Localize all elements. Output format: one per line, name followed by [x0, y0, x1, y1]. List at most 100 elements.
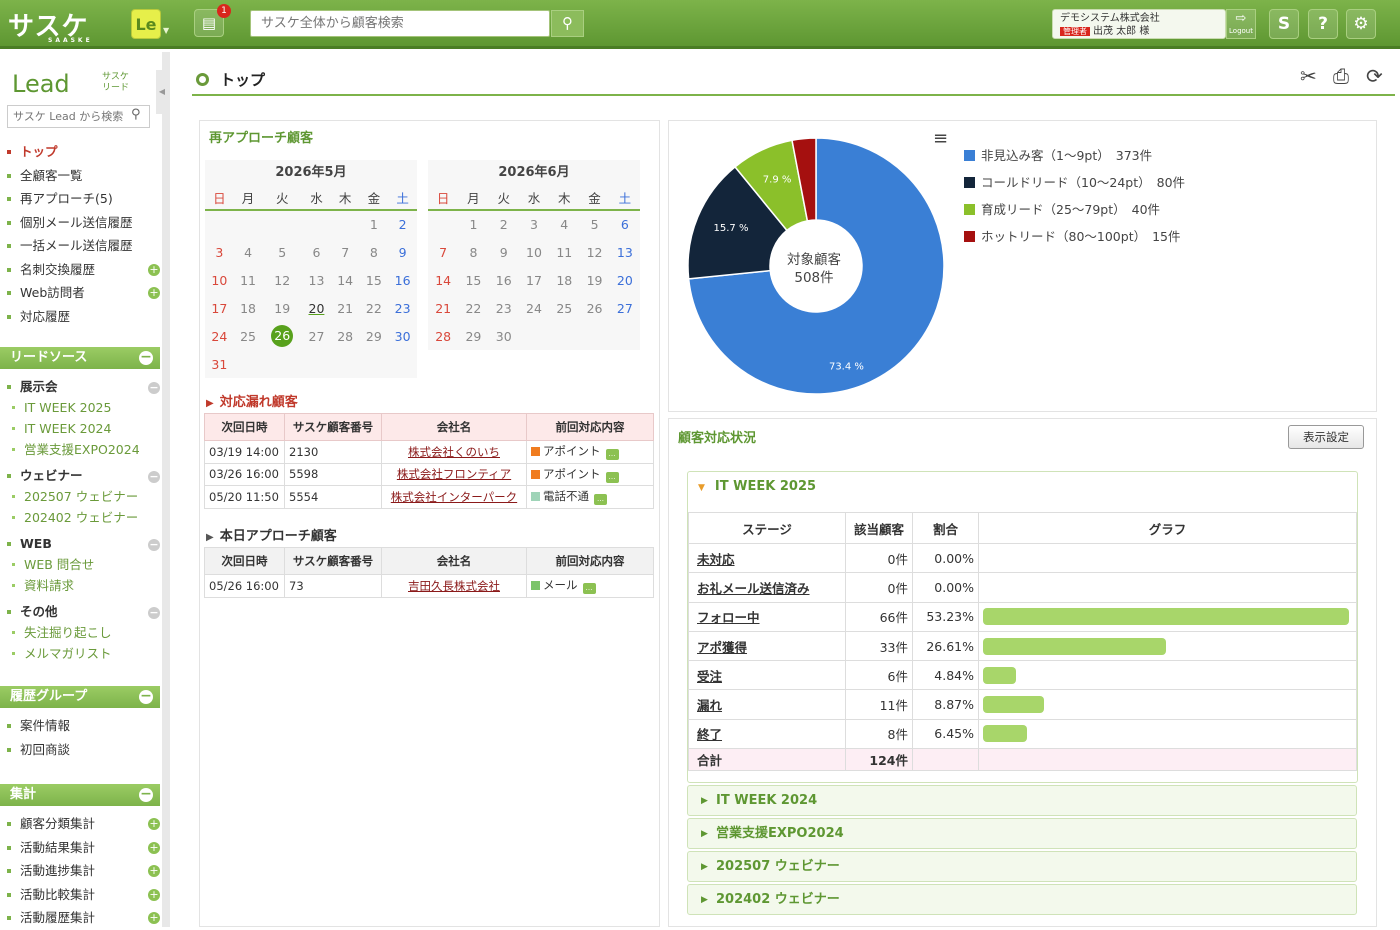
group-exhibition[interactable]: 展示会 − — [0, 376, 162, 397]
calendar-day[interactable]: 23 — [489, 294, 519, 322]
sidebar-item-individual-mail[interactable]: 個別メール送信履歴 — [0, 211, 162, 235]
calendar-day[interactable]: 13 — [610, 238, 640, 266]
collapse-icon[interactable]: − — [148, 471, 160, 483]
sidebar-item-agg[interactable]: 活動比較集計 + — [0, 883, 162, 907]
sub-item[interactable]: 資料請求 — [0, 575, 162, 596]
section-header-collapsed[interactable]: ▶ 202402 ウェビナー — [687, 884, 1357, 915]
collapse-icon[interactable]: − — [148, 539, 160, 551]
legend-item[interactable]: ホットリード（80〜100pt） 15件 — [964, 226, 1181, 245]
lead-app-button[interactable]: Le — [131, 9, 161, 39]
calendar-day[interactable]: 12 — [579, 238, 609, 266]
comment-icon[interactable]: … — [605, 471, 619, 483]
calendar-day[interactable]: 1 — [458, 210, 488, 238]
collapse-icon[interactable]: − — [139, 787, 153, 802]
calendar-day[interactable]: 17 — [519, 266, 549, 294]
calendar-day[interactable]: 10 — [519, 238, 549, 266]
calendar-day[interactable]: 9 — [489, 238, 519, 266]
table-row[interactable]: 03/26 16:00 5598 株式会社フロンティア アポイント… — [204, 462, 654, 486]
customer-search-input[interactable] — [250, 10, 550, 37]
calendar-day[interactable]: 28 — [331, 322, 360, 350]
chevron-down-icon[interactable]: ▼ — [163, 26, 169, 35]
calendar-day[interactable]: 29 — [360, 322, 389, 350]
help-icon[interactable]: ? — [1308, 9, 1338, 39]
plus-icon[interactable]: + — [148, 888, 160, 901]
lead-search-input[interactable] — [7, 105, 150, 128]
calendar-day[interactable]: 11 — [549, 238, 579, 266]
saaske-logo[interactable]: サスケ SAASKE — [8, 6, 90, 44]
calendar-day[interactable]: 22 — [360, 294, 389, 322]
display-settings-button[interactable]: 表示設定 — [1288, 425, 1364, 449]
calendar-day[interactable]: 8 — [360, 238, 389, 266]
collapse-icon[interactable]: − — [148, 607, 160, 619]
company-link[interactable]: 株式会社フロンティア — [397, 467, 511, 481]
section-header-collapsed[interactable]: ▶ IT WEEK 2024 — [687, 785, 1357, 816]
calendar-day[interactable]: 21 — [428, 294, 458, 322]
sidebar-item-agg[interactable]: 活動履歴集計 + — [0, 906, 162, 930]
sidebar-item-card-exchange[interactable]: 名刺交換履歴 + — [0, 258, 162, 282]
sub-item[interactable]: IT WEEK 2024 — [0, 418, 162, 439]
stage-link[interactable]: 終了 — [688, 718, 846, 750]
calendar-day[interactable]: 9 — [388, 238, 417, 266]
sidebar-item-reapproach[interactable]: 再アプローチ(5) — [0, 187, 162, 211]
tools-icon[interactable]: ✂ — [1300, 64, 1317, 88]
sub-item[interactable]: 202507 ウェビナー — [0, 486, 162, 507]
plus-icon[interactable]: + — [148, 912, 160, 924]
calendar-day[interactable]: 25 — [234, 322, 263, 350]
calendar-day[interactable]: 15 — [360, 266, 389, 294]
calendar-day[interactable]: 2 — [388, 210, 417, 238]
calendar-day[interactable]: 5 — [579, 210, 609, 238]
calendar-day[interactable]: 28 — [428, 322, 458, 350]
calendar-day[interactable]: 24 — [205, 322, 234, 350]
calendar-day[interactable]: 30 — [489, 322, 519, 350]
calendar-day[interactable]: 22 — [458, 294, 488, 322]
calendar-day[interactable]: 6 — [302, 238, 331, 266]
collapse-icon[interactable]: − — [148, 382, 160, 394]
calendar-day[interactable]: 25 — [549, 294, 579, 322]
table-row[interactable]: 05/26 16:00 73 吉田久長株式会社 メール… — [204, 574, 654, 598]
sidebar-item-agg[interactable]: 活動進捗集計 + — [0, 859, 162, 883]
calendar-day[interactable]: 2 — [489, 210, 519, 238]
sub-item[interactable]: メルマガリスト — [0, 643, 162, 664]
plus-icon[interactable]: + — [148, 865, 160, 877]
calendar-day[interactable]: 16 — [388, 266, 417, 294]
calendar-day[interactable]: 21 — [331, 294, 360, 322]
gear-icon[interactable]: ⚙ — [1346, 9, 1376, 39]
sidebar-item-agg[interactable]: 活動結果集計 + — [0, 836, 162, 860]
aggregation-header[interactable]: 集計 − — [0, 784, 160, 806]
plus-icon[interactable]: + — [148, 841, 160, 854]
calendar-day[interactable]: 24 — [519, 294, 549, 322]
company-link[interactable]: 吉田久長株式会社 — [408, 579, 500, 593]
table-row[interactable]: 03/19 14:00 2130 株式会社くのいち アポイント… — [204, 440, 654, 464]
section-header-open[interactable]: ▼ IT WEEK 2025 — [698, 479, 816, 494]
calendar-day[interactable]: 6 — [610, 210, 640, 238]
company-link[interactable]: 株式会社インターパーク — [391, 490, 517, 504]
calendar-day[interactable]: 19 — [262, 294, 302, 322]
calendar-day[interactable]: 19 — [579, 266, 609, 294]
company-link[interactable]: 株式会社くのいち — [408, 445, 500, 459]
stage-link[interactable]: フォロー中 — [688, 601, 846, 632]
calendar-day[interactable]: 18 — [549, 266, 579, 294]
calendar-day[interactable]: 20 — [302, 294, 331, 322]
calendar-day[interactable]: 29 — [458, 322, 488, 350]
sidebar-item-deals[interactable]: 案件情報 — [0, 714, 162, 738]
search-icon[interactable]: ⚲ — [551, 10, 584, 37]
calendar-day[interactable]: 1 — [360, 210, 389, 238]
calendar-day[interactable]: 4 — [549, 210, 579, 238]
sub-item[interactable]: 営業支援EXPO2024 — [0, 439, 162, 460]
logout-button[interactable]: ⇨ Logout — [1226, 9, 1256, 39]
calendar-day[interactable]: 14 — [331, 266, 360, 294]
calendar-day[interactable]: 17 — [205, 294, 234, 322]
calendar-day[interactable]: 12 — [262, 266, 302, 294]
calendar-day[interactable]: 26 — [579, 294, 609, 322]
search-icon[interactable]: ⚲ — [131, 107, 141, 122]
legend-item[interactable]: 育成リード（25〜79pt） 40件 — [964, 199, 1160, 218]
calendar-day[interactable]: 27 — [610, 294, 640, 322]
collapse-icon[interactable]: − — [139, 350, 153, 365]
calendar-day[interactable]: 27 — [302, 322, 331, 350]
comment-icon[interactable]: … — [605, 449, 619, 461]
stage-link[interactable]: アポ獲得 — [688, 630, 846, 662]
sidebar-item-activity-history[interactable]: 対応履歴 — [0, 305, 162, 329]
calendar-day[interactable]: 30 — [388, 322, 417, 350]
stage-link[interactable]: 受注 — [688, 660, 846, 691]
group-webinar[interactable]: ウェビナー − — [0, 465, 162, 486]
